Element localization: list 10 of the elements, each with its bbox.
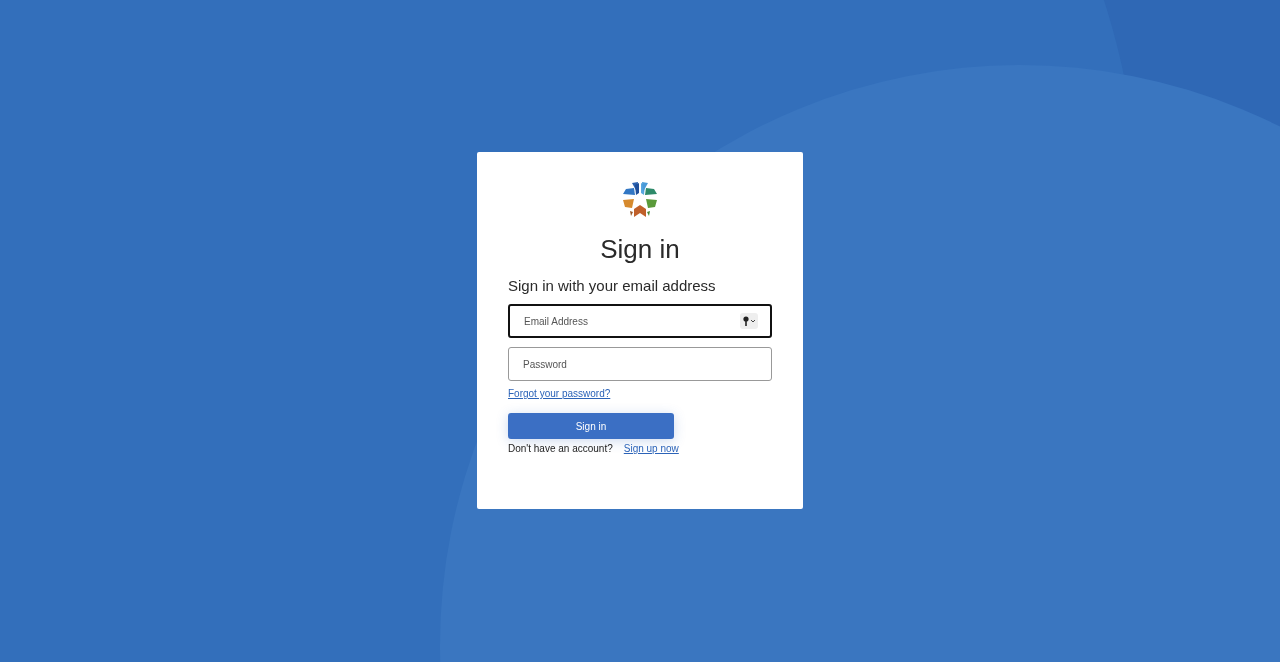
- sign-up-link[interactable]: Sign up now: [623, 443, 679, 454]
- star-logo-icon: [620, 180, 660, 220]
- password-field[interactable]: Password: [508, 347, 772, 381]
- form-subtitle: Sign in with your email address: [508, 277, 716, 294]
- email-field[interactable]: Email Address: [508, 304, 772, 338]
- sign-in-button[interactable]: Sign in: [508, 413, 674, 439]
- key-icon[interactable]: [740, 313, 758, 329]
- page-title: Sign in: [600, 234, 680, 265]
- signup-prompt: Don't have an account?: [508, 443, 613, 454]
- forgot-password-link[interactable]: Forgot your password?: [508, 388, 611, 399]
